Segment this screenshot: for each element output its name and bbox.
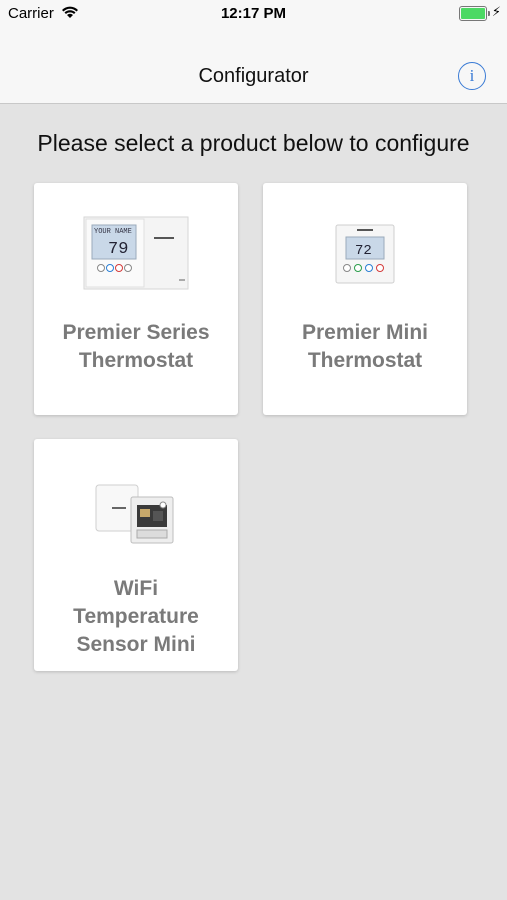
wifi-temperature-sensor-mini-image: [34, 467, 238, 557]
thermostat-display-temp: 79: [108, 240, 128, 259]
battery-icon: [459, 6, 490, 21]
premier-mini-thermostat-image: 72: [263, 211, 467, 301]
mini-display-temp: 72: [355, 243, 372, 259]
product-card-premier-series-thermostat[interactable]: YOUR NAME 79 Premier Series Thermostat: [34, 183, 238, 415]
navigation-bar: Configurator i: [0, 28, 507, 104]
clock: 12:17 PM: [220, 5, 287, 22]
charging-bolt-icon: ⚡: [491, 4, 501, 19]
product-card-label: Premier Mini Thermostat: [301, 321, 429, 372]
product-card-premier-mini-thermostat[interactable]: 72 Premier Mini Thermostat: [263, 183, 467, 415]
thermostat-display-name: YOUR NAME: [94, 228, 132, 236]
product-card-label: Premier Series Thermostat: [62, 321, 210, 372]
status-bar: Carrier 12:17 PM ⚡: [0, 0, 507, 28]
page-title: Configurator: [198, 65, 309, 87]
product-card-label: WiFi Temperature Sensor Mini: [73, 577, 199, 656]
premier-series-thermostat-image: YOUR NAME 79: [34, 211, 238, 301]
instruction-text: Please select a product below to configu…: [37, 130, 470, 156]
info-icon[interactable]: i: [458, 62, 486, 90]
product-card-wifi-temperature-sensor-mini[interactable]: WiFi Temperature Sensor Mini: [34, 439, 238, 671]
